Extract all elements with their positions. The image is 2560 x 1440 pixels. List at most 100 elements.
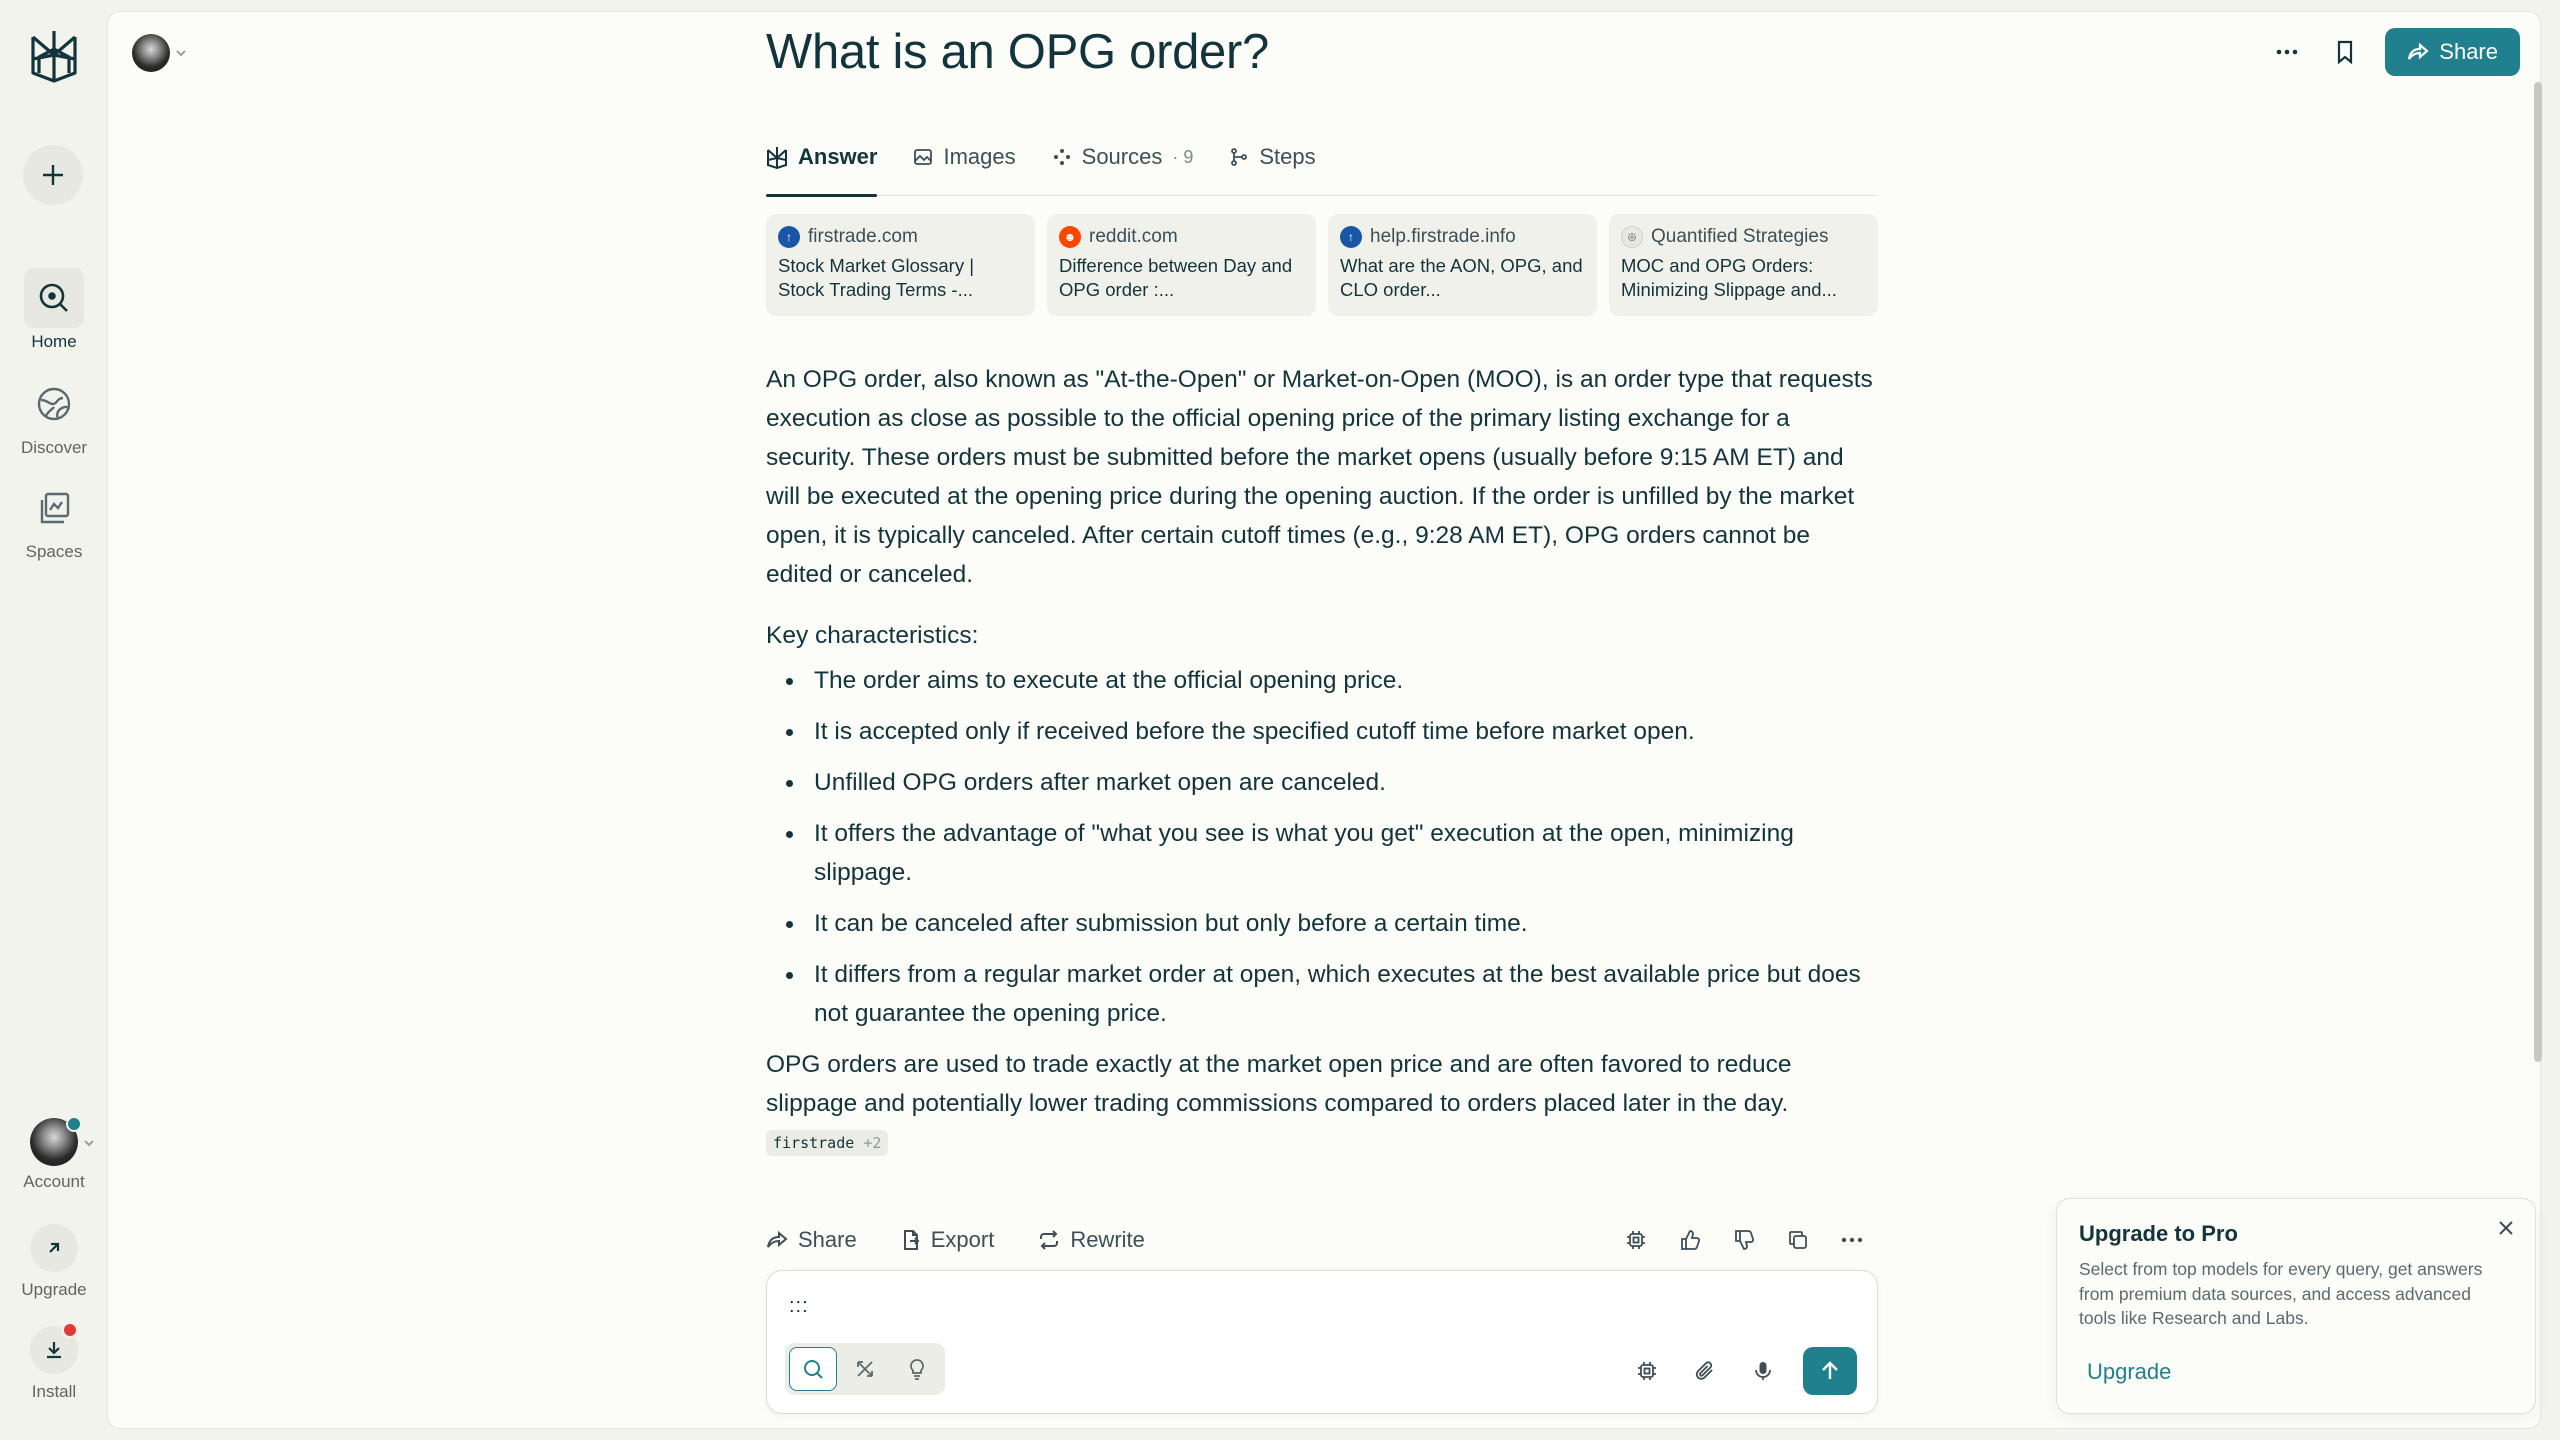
source-title: MOC and OPG Orders: Minimizing Slippage …: [1621, 255, 1837, 300]
choose-model-button[interactable]: [1629, 1353, 1665, 1389]
answer-conclusion: OPG orders are used to trade exactly at …: [766, 1045, 1878, 1162]
sidebar-item-home[interactable]: Home: [0, 268, 108, 352]
search-mode-button[interactable]: [789, 1347, 837, 1391]
source-domain: Quantified Strategies: [1651, 226, 1829, 247]
plus-icon: [43, 165, 63, 185]
sidebar-item-label: Account: [23, 1172, 85, 1191]
tab-label: Sources: [1081, 144, 1163, 169]
composer-input[interactable]: :::: [789, 1295, 809, 1318]
copy-icon: [1789, 1231, 1807, 1249]
copy-button[interactable]: [1780, 1222, 1816, 1258]
paperclip-icon: [1695, 1361, 1713, 1380]
download-icon: [30, 1322, 78, 1374]
sidebar-item-account[interactable]: Account: [0, 1116, 108, 1192]
more-options-button[interactable]: [2269, 34, 2305, 70]
answer-more-button[interactable]: [1834, 1222, 1870, 1258]
upgrade-promo: Upgrade to Pro Select from top models fo…: [2056, 1198, 2536, 1414]
tab-sources[interactable]: Sources · 9: [1052, 122, 1193, 196]
thumbs-up-button[interactable]: [1672, 1222, 1708, 1258]
source-domain: help.firstrade.info: [1370, 226, 1516, 247]
header-actions: Share: [2269, 28, 2520, 76]
avatar: [132, 34, 170, 72]
key-characteristics-heading: Key characteristics:: [766, 622, 979, 649]
rewrite-button[interactable]: Rewrite: [1038, 1227, 1145, 1253]
search-icon: [804, 1360, 823, 1379]
source-card[interactable]: ↑ help.firstrade.info What are the AON, O…: [1328, 214, 1597, 316]
export-button[interactable]: Export: [901, 1227, 995, 1253]
dictation-button[interactable]: [1745, 1353, 1781, 1389]
tab-images[interactable]: Images: [913, 122, 1016, 196]
answer-share-button[interactable]: Share: [766, 1227, 857, 1253]
tab-label: Images: [943, 144, 1016, 169]
sidebar-item-upgrade[interactable]: Upgrade: [0, 1224, 108, 1300]
characteristics-list: The order aims to execute at the officia…: [766, 661, 1878, 1033]
sidebar: Home Discover Spaces Account Upgrade Ins…: [0, 0, 108, 1440]
list-item: The order aims to execute at the officia…: [786, 661, 1878, 700]
notification-dot: [62, 1322, 78, 1338]
rewrite-icon: [1040, 1230, 1059, 1250]
firstrade-favicon-icon: ↑: [1340, 226, 1362, 248]
source-title: What are the AON, OPG, and CLO order...: [1340, 255, 1583, 300]
composer-tools: [1629, 1347, 1857, 1395]
thumbs-down-button[interactable]: [1726, 1222, 1762, 1258]
chip-icon: [1627, 1231, 1645, 1249]
close-icon: [2499, 1221, 2513, 1235]
online-indicator: [66, 1116, 82, 1132]
citation-chip[interactable]: firstrade +2: [766, 1130, 889, 1156]
sidebar-item-label: Upgrade: [21, 1280, 87, 1299]
tab-steps[interactable]: Steps: [1229, 122, 1316, 196]
bookmark-button[interactable]: [2327, 34, 2363, 70]
share-label: Share: [2439, 39, 2498, 64]
globe-icon: [24, 374, 84, 434]
citation-more: +2: [863, 1134, 882, 1152]
model-button[interactable]: [1618, 1222, 1654, 1258]
source-title: Stock Market Glossary | Stock Trading Te…: [778, 255, 975, 300]
search-mode-switcher: [785, 1343, 945, 1395]
source-domain: reddit.com: [1089, 226, 1178, 247]
promo-upgrade-link[interactable]: Upgrade: [2087, 1359, 2171, 1385]
source-title: Difference between Day and OPG order :..…: [1059, 255, 1293, 300]
research-mode-button[interactable]: [841, 1347, 889, 1391]
sidebar-item-install[interactable]: Install: [0, 1322, 108, 1402]
spaces-icon: [24, 478, 84, 538]
microphone-icon: [1755, 1362, 1771, 1380]
source-card[interactable]: ☻ reddit.com Difference between Day and O…: [1047, 214, 1316, 316]
globe-favicon-icon: ⊕: [1621, 226, 1643, 248]
bookmark-icon: [2338, 40, 2353, 64]
promo-body: Select from top models for every query, …: [2079, 1259, 2483, 1328]
tab-bar: Answer Images Sources · 9 Steps: [766, 122, 1876, 197]
attach-button[interactable]: [1687, 1353, 1723, 1389]
source-card[interactable]: ⊕ Quantified Strategies MOC and OPG Order…: [1609, 214, 1878, 316]
search-circle-icon: [24, 268, 84, 328]
perplexity-logo[interactable]: [27, 27, 81, 85]
sidebar-item-spaces[interactable]: Spaces: [0, 478, 108, 562]
action-label: Rewrite: [1070, 1227, 1145, 1252]
action-label: Export: [930, 1227, 995, 1252]
list-item: It offers the advantage of "what you see…: [786, 814, 1878, 892]
steps-icon: [1231, 148, 1248, 166]
sidebar-item-discover[interactable]: Discover: [0, 374, 108, 458]
answer-body: An OPG order, also known as "At-the-Open…: [766, 360, 1878, 1184]
ellipsis-icon: [2276, 49, 2298, 55]
share-button[interactable]: Share: [2385, 28, 2520, 76]
scrollbar[interactable]: [2534, 82, 2542, 1062]
tab-answer[interactable]: Answer: [766, 122, 878, 197]
chevron-down-icon: [176, 50, 186, 57]
chevron-down-icon: [84, 1140, 94, 1147]
submit-button[interactable]: [1803, 1347, 1857, 1395]
arrow-up-right-icon: [30, 1224, 78, 1272]
source-card[interactable]: ↑ firstrade.com Stock Market Glossary | S…: [766, 214, 1035, 316]
sidebar-item-label: Spaces: [25, 542, 83, 561]
new-thread-button[interactable]: [23, 145, 83, 205]
profile-menu[interactable]: [132, 34, 188, 72]
chip-icon: [1638, 1362, 1656, 1380]
labs-mode-button[interactable]: [893, 1347, 941, 1391]
answer-intro: An OPG order, also known as "At-the-Open…: [766, 366, 1873, 588]
close-promo-button[interactable]: [2497, 1219, 2515, 1242]
reddit-favicon-icon: ☻: [1059, 226, 1081, 248]
answer-feedback: [1618, 1222, 1870, 1258]
tab-label: Steps: [1259, 144, 1316, 169]
page-title: What is an OPG order?: [766, 25, 1269, 79]
follow-up-composer[interactable]: :::: [766, 1270, 1878, 1414]
list-item: Unfilled OPG orders after market open ar…: [786, 763, 1878, 802]
